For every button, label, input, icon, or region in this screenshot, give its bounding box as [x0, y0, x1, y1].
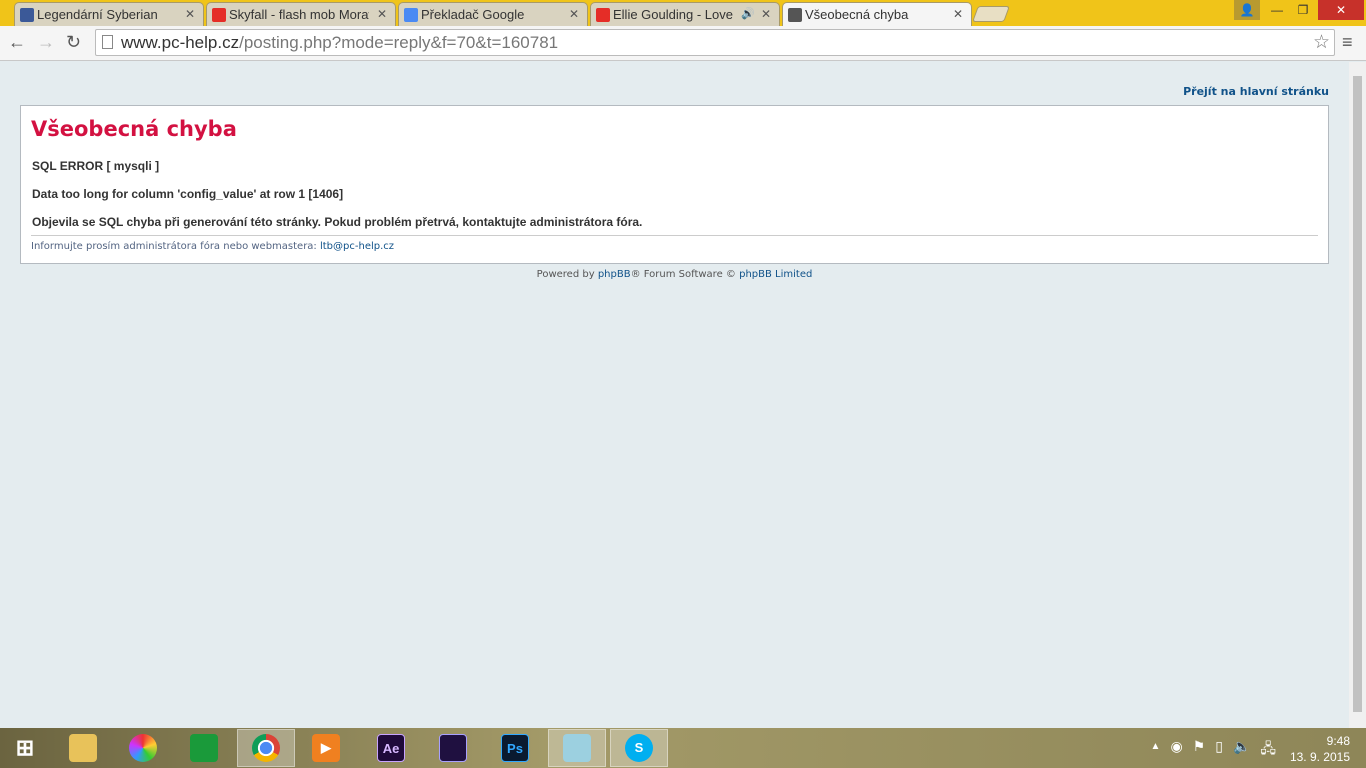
user-icon[interactable]: 👤 [1234, 0, 1260, 20]
store-button[interactable] [175, 729, 233, 767]
browser-toolbar: ← → ↻ www.pc-help.cz/posting.php?mode=re… [0, 26, 1366, 61]
youtube-icon [212, 8, 226, 22]
picasa-icon [129, 734, 157, 762]
computer-icon [788, 8, 802, 22]
taskbar: ⊞ ▶ Ae Ps S ▲ ◉ ⚑ ▯ 🔈 🖧 9:48 13. 9. 2015 [0, 728, 1366, 768]
network-icon[interactable]: 🖧 [1260, 738, 1276, 762]
media-player-button[interactable]: ▶ [297, 729, 355, 767]
flag-icon[interactable]: ⚑ [1193, 738, 1206, 762]
reload-icon[interactable]: ↻ [66, 32, 81, 53]
media-encoder-icon [439, 734, 467, 762]
chrome-icon [252, 734, 280, 762]
photoshop-button[interactable]: Ps [486, 729, 544, 767]
media-encoder-button[interactable] [424, 729, 482, 767]
scrollbar[interactable] [1349, 62, 1366, 728]
chrome-button[interactable] [237, 729, 295, 767]
page-title: Všeobecná chyba [31, 117, 237, 141]
photoshop-icon: Ps [501, 734, 529, 762]
facebook-icon [20, 8, 34, 22]
tab-strip: Legendární Syberian ✕ Skyfall - flash mob… [0, 0, 1366, 26]
audio-playing-icon: 🔊 [741, 8, 755, 20]
minimize-button[interactable]: — [1264, 0, 1290, 20]
folder-icon [69, 734, 97, 762]
start-button[interactable]: ⊞ [0, 729, 50, 767]
phpbb-limited-link[interactable]: phpBB Limited [739, 269, 812, 280]
close-tab-icon[interactable]: ✕ [761, 7, 771, 21]
page-icon [102, 35, 113, 49]
tab-skyfall[interactable]: Skyfall - flash mob Morav ✕ [206, 2, 396, 26]
close-tab-icon[interactable]: ✕ [953, 7, 963, 21]
email-link[interactable]: ltb@pc-help.cz [320, 241, 394, 252]
battery-icon[interactable]: ▯ [1215, 738, 1223, 762]
media-player-icon: ▶ [312, 734, 340, 762]
page-content: Přejít na hlavní stránku Všeobecná chyba… [0, 62, 1349, 728]
error-message: Objevila se SQL chyba při generování tét… [32, 215, 643, 229]
scrollbar-thumb[interactable] [1353, 76, 1362, 712]
phpbb-link[interactable]: phpBB [598, 269, 631, 280]
skype-button[interactable]: S [610, 729, 668, 767]
footer: Powered by phpBB® Forum Software © phpBB… [536, 269, 813, 280]
store-icon [190, 734, 218, 762]
tab-translate[interactable]: Překladač Google ✕ [398, 2, 588, 26]
youtube-icon [596, 8, 610, 22]
file-explorer-button[interactable] [54, 729, 112, 767]
close-tab-icon[interactable]: ✕ [185, 7, 195, 21]
close-tab-icon[interactable]: ✕ [569, 7, 579, 21]
sql-error-label: SQL ERROR [ mysqli ] [32, 159, 160, 173]
volume-icon[interactable]: 🔈 [1233, 738, 1250, 762]
clock[interactable]: 9:48 13. 9. 2015 [1290, 733, 1350, 765]
show-hidden-icons[interactable]: ▲ [1151, 738, 1161, 762]
sync-icon[interactable]: ◉ [1170, 738, 1182, 762]
tab-error[interactable]: Všeobecná chyba ✕ [782, 2, 972, 26]
bookmark-star-icon[interactable]: ☆ [1313, 31, 1330, 54]
back-icon[interactable]: ← [8, 32, 26, 53]
skype-icon: S [625, 734, 653, 762]
new-tab-button[interactable] [972, 6, 1010, 22]
notepad-button[interactable] [548, 729, 606, 767]
google-translate-icon [404, 8, 418, 22]
home-link[interactable]: Přejít na hlavní stránku [1183, 85, 1329, 98]
after-effects-button[interactable]: Ae [362, 729, 420, 767]
error-panel: Všeobecná chyba SQL ERROR [ mysqli ] Dat… [20, 105, 1329, 264]
divider [31, 235, 1318, 236]
tab-facebook[interactable]: Legendární Syberian ✕ [14, 2, 204, 26]
system-tray: ▲ ◉ ⚑ ▯ 🔈 🖧 [1151, 738, 1276, 762]
close-tab-icon[interactable]: ✕ [377, 7, 387, 21]
forward-icon[interactable]: → [37, 32, 55, 53]
picasa-button[interactable] [114, 729, 172, 767]
tab-ellie[interactable]: Ellie Goulding - Love M 🔊 ✕ [590, 2, 780, 26]
notepad-icon [563, 734, 591, 762]
contact-info: Informujte prosím administrátora fóra ne… [31, 241, 395, 252]
restore-button[interactable]: ❐ [1290, 0, 1316, 20]
address-bar[interactable]: www.pc-help.cz/posting.php?mode=reply&f=… [95, 29, 1335, 56]
after-effects-icon: Ae [377, 734, 405, 762]
error-detail: Data too long for column 'config_value' … [32, 187, 344, 201]
menu-icon[interactable]: ≡ [1342, 32, 1353, 53]
windows-icon: ⊞ [15, 735, 35, 760]
close-window-button[interactable]: ✕ [1318, 0, 1364, 20]
